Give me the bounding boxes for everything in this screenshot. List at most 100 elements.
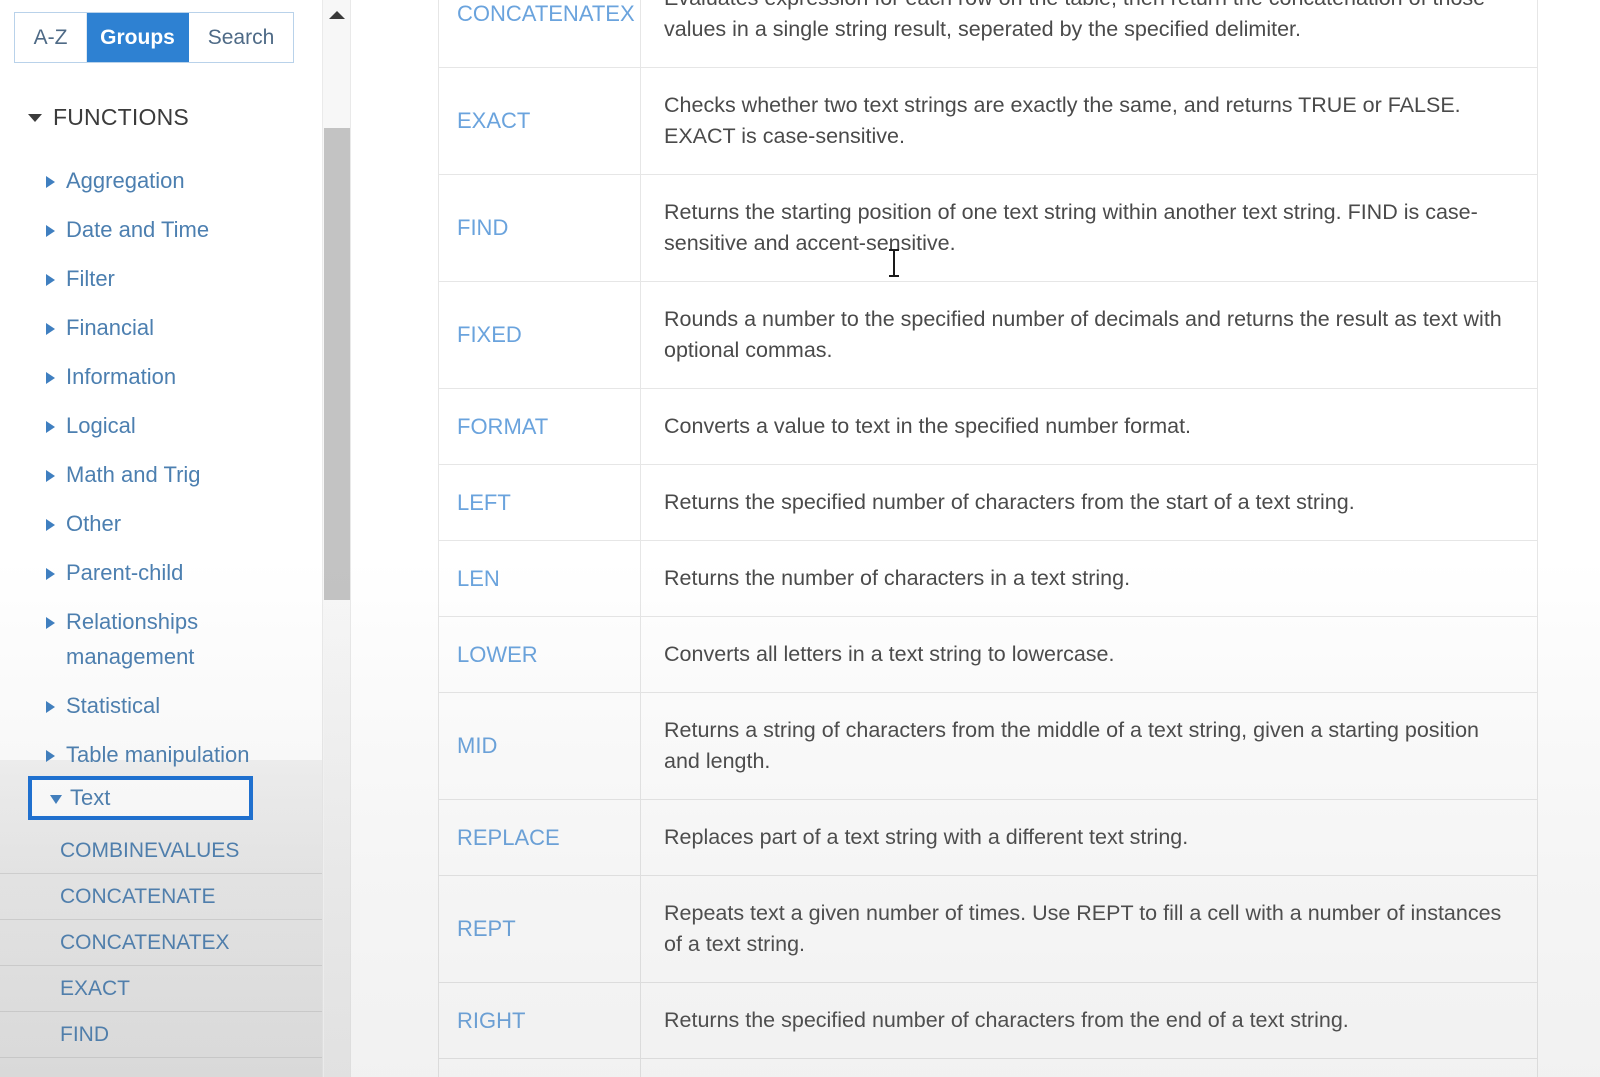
chevron-right-icon — [46, 519, 55, 531]
chevron-down-icon — [28, 113, 42, 122]
function-description: Returns the starting position of one tex… — [640, 1058, 1538, 1077]
function-description: Repeats text a given number of times. Us… — [640, 875, 1538, 983]
tab-a-z[interactable]: A-Z — [15, 13, 87, 62]
category-list: Aggregation Date and Time Filter Financi… — [44, 156, 304, 779]
sidebar-item-label: Information — [66, 364, 177, 389]
tab-groups[interactable]: Groups — [87, 13, 189, 62]
function-name-link[interactable]: RIGHT — [438, 982, 641, 1059]
chevron-right-icon — [46, 323, 55, 335]
chevron-right-icon — [46, 421, 55, 433]
sidebar-item-table-manipulation[interactable]: Table manipulation — [44, 730, 304, 779]
sidebar-item-math-and-trig[interactable]: Math and Trig — [44, 450, 304, 499]
table-row[interactable]: RIGHT Returns the specified number of ch… — [438, 982, 1538, 1059]
sidebar-item-label: Parent-child — [66, 560, 184, 585]
function-name-link[interactable]: EXACT — [438, 67, 641, 175]
function-name-link[interactable]: MID — [438, 692, 641, 800]
sidebar-item-label: Statistical — [66, 693, 161, 718]
function-name-link[interactable]: LOWER — [438, 616, 641, 693]
list-item[interactable]: CONCATENATE — [0, 874, 322, 920]
sidebar-scrollbar[interactable] — [322, 0, 350, 1077]
function-description: Converts a value to text in the specifie… — [640, 388, 1538, 465]
function-description: Returns the number of characters in a te… — [640, 540, 1538, 617]
sidebar-item-label: Other — [66, 511, 122, 536]
table-row[interactable]: SEARCH Returns the starting position of … — [438, 1058, 1538, 1077]
function-name-link[interactable]: REPLACE — [438, 799, 641, 876]
sidebar-item-aggregation[interactable]: Aggregation — [44, 156, 304, 205]
sidebar-tabbar: A-Z Groups Search — [14, 12, 294, 63]
function-description: Returns the specified number of characte… — [640, 982, 1538, 1059]
function-name-link[interactable]: SEARCH — [438, 1058, 641, 1077]
function-name-link[interactable]: REPT — [438, 875, 641, 983]
sidebar-item-text[interactable]: Text — [32, 780, 249, 816]
table-row[interactable]: LEN Returns the number of characters in … — [438, 540, 1538, 617]
chevron-right-icon — [46, 568, 55, 580]
table-row[interactable]: REPLACE Replaces part of a text string w… — [438, 799, 1538, 876]
function-name-link[interactable]: FIND — [438, 174, 641, 282]
scroll-up-arrow-button[interactable] — [323, 0, 351, 30]
text-function-subitems: COMBINEVALUES CONCATENATE CONCATENATEX E… — [0, 828, 322, 1058]
sidebar-item-logical[interactable]: Logical — [44, 401, 304, 450]
function-description: Returns the starting position of one tex… — [640, 174, 1538, 282]
sidebar-item-other[interactable]: Other — [44, 499, 304, 548]
sidebar-item-label: Filter — [66, 266, 115, 291]
sidebar-item-label: Financial — [66, 315, 155, 340]
function-reference-pane: CONCATENATEX Evaluates expression for ea… — [351, 0, 1600, 1077]
chevron-right-icon — [46, 274, 55, 286]
tree-root-label: FUNCTIONS — [53, 104, 189, 130]
tab-search[interactable]: Search — [189, 13, 293, 62]
table-row[interactable]: LOWER Converts all letters in a text str… — [438, 616, 1538, 693]
sidebar-item-label: Table manipulation — [66, 742, 250, 767]
function-name-link[interactable]: FIXED — [438, 281, 641, 389]
list-item[interactable]: CONCATENATEX — [0, 920, 322, 966]
sidebar-item-information[interactable]: Information — [44, 352, 304, 401]
function-description: Returns the specified number of characte… — [640, 464, 1538, 541]
chevron-right-icon — [46, 617, 55, 629]
function-name-link[interactable]: LEN — [438, 540, 641, 617]
list-item[interactable]: FIND — [0, 1012, 322, 1058]
functions-sidebar: A-Z Groups Search FUNCTIONS Aggregation … — [0, 0, 322, 1077]
sidebar-item-label: Text — [70, 785, 111, 810]
function-description: Evaluates expression for each row on the… — [640, 0, 1538, 68]
table-row[interactable]: FORMAT Converts a value to text in the s… — [438, 388, 1538, 465]
triangle-up-icon — [329, 11, 345, 19]
table-row[interactable]: LEFT Returns the specified number of cha… — [438, 464, 1538, 541]
list-item[interactable]: COMBINEVALUES — [0, 828, 322, 874]
function-description: Returns a string of characters from the … — [640, 692, 1538, 800]
tree-root-functions[interactable]: FUNCTIONS — [28, 104, 189, 131]
chevron-down-icon — [50, 795, 62, 804]
sidebar-item-filter[interactable]: Filter — [44, 254, 304, 303]
sidebar-item-label: Aggregation — [66, 168, 185, 193]
app-window: A-Z Groups Search FUNCTIONS Aggregation … — [0, 0, 1600, 1077]
table-row[interactable]: EXACT Checks whether two text strings ar… — [438, 67, 1538, 175]
chevron-right-icon — [46, 701, 55, 713]
function-name-link[interactable]: CONCATENATEX — [438, 0, 641, 68]
sidebar-item-text-highlight[interactable]: Text — [28, 776, 253, 820]
table-row[interactable]: CONCATENATEX Evaluates expression for ea… — [438, 0, 1538, 68]
function-description: Rounds a number to the specified number … — [640, 281, 1538, 389]
function-description: Converts all letters in a text string to… — [640, 616, 1538, 693]
function-description: Replaces part of a text string with a di… — [640, 799, 1538, 876]
chevron-right-icon — [46, 176, 55, 188]
sidebar-item-statistical[interactable]: Statistical — [44, 681, 304, 730]
scrollbar-track[interactable] — [324, 600, 350, 1077]
sidebar-item-label: Date and Time — [66, 217, 210, 242]
sidebar-item-date-and-time[interactable]: Date and Time — [44, 205, 304, 254]
function-name-link[interactable]: LEFT — [438, 464, 641, 541]
chevron-right-icon — [46, 225, 55, 237]
sidebar-item-label: Relationships management — [66, 609, 199, 669]
function-description: Checks whether two text strings are exac… — [640, 67, 1538, 175]
sidebar-item-label: Math and Trig — [66, 462, 201, 487]
table-row[interactable]: FIND Returns the starting position of on… — [438, 174, 1538, 282]
sidebar-item-parent-child[interactable]: Parent-child — [44, 548, 304, 597]
table-row[interactable]: MID Returns a string of characters from … — [438, 692, 1538, 800]
table-row[interactable]: FIXED Rounds a number to the specified n… — [438, 281, 1538, 389]
scrollbar-thumb[interactable] — [324, 128, 350, 600]
chevron-right-icon — [46, 750, 55, 762]
sidebar-item-relationships-management[interactable]: Relationships management — [44, 597, 304, 681]
sidebar-item-label: Logical — [66, 413, 136, 438]
function-name-link[interactable]: FORMAT — [438, 388, 641, 465]
sidebar-item-financial[interactable]: Financial — [44, 303, 304, 352]
function-reference-table: CONCATENATEX Evaluates expression for ea… — [438, 0, 1538, 1077]
table-row[interactable]: REPT Repeats text a given number of time… — [438, 875, 1538, 983]
list-item[interactable]: EXACT — [0, 966, 322, 1012]
